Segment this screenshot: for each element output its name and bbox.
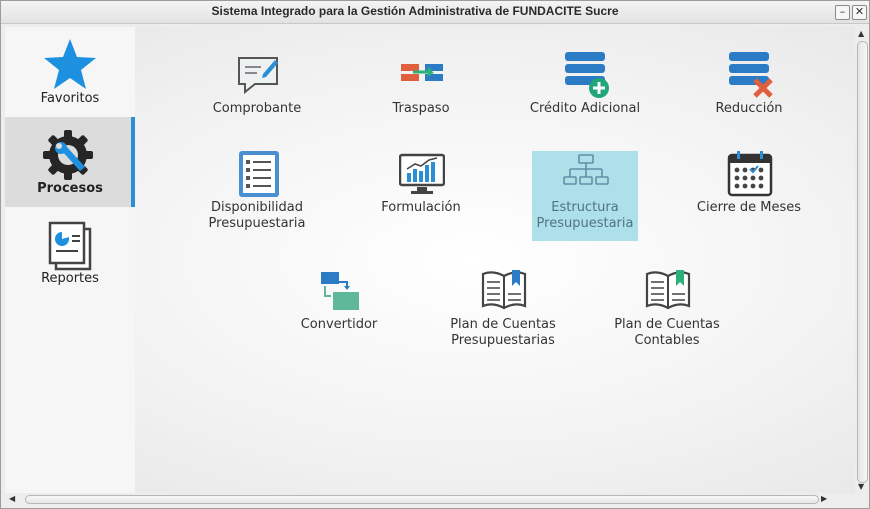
horizontal-scrollbar[interactable]: ◀ ▶ — [5, 493, 855, 506]
main-window: Sistema Integrado para la Gestión Admini… — [0, 0, 870, 509]
content-area: Favoritos Procesos Reportes Comprobante … — [5, 27, 855, 493]
tile-label: Crédito Adicional — [529, 101, 641, 116]
tile-label: Convertidor — [300, 317, 378, 332]
vertical-scrollbar[interactable]: ▲ ▼ — [856, 27, 868, 493]
scroll-down-icon[interactable]: ▼ — [858, 482, 864, 491]
minimize-button[interactable]: – — [835, 5, 850, 20]
tile-credito-adicional[interactable]: Crédito Adicional — [530, 52, 640, 142]
horizontal-scroll-thumb[interactable] — [25, 495, 819, 504]
tile-label: Disponibilidad Presupuestaria — [208, 200, 306, 231]
sidebar: Favoritos Procesos Reportes — [5, 27, 135, 493]
vertical-scroll-thumb[interactable] — [857, 41, 868, 483]
convert-icon — [321, 272, 359, 310]
tile-label: Plan de Cuentas Presupuestarias — [450, 317, 556, 348]
close-button[interactable]: ✕ — [852, 5, 867, 20]
sidebar-item-reportes[interactable]: Reportes — [5, 207, 135, 297]
tile-formulacion[interactable]: Formulación — [368, 151, 474, 241]
list-icon — [239, 151, 279, 197]
sidebar-item-label: Favoritos — [40, 91, 100, 106]
tile-reduccion[interactable]: Reducción — [696, 52, 802, 142]
scroll-right-icon[interactable]: ▶ — [821, 494, 827, 503]
tile-label: Formulación — [381, 200, 461, 215]
voucher-icon — [238, 57, 278, 95]
gear-wrench-icon — [43, 130, 93, 180]
title-bar: Sistema Integrado para la Gestión Admini… — [1, 1, 869, 24]
tile-convertidor[interactable]: Convertidor — [286, 268, 392, 358]
hierarchy-icon — [563, 154, 609, 185]
tile-label: Estructura Presupuestaria — [536, 200, 634, 231]
calendar-icon — [727, 151, 773, 197]
tile-label: Reducción — [715, 101, 783, 116]
sidebar-item-favoritos[interactable]: Favoritos — [5, 27, 135, 117]
tile-traspaso[interactable]: Traspaso — [368, 52, 474, 142]
tile-label: Comprobante — [212, 101, 302, 116]
sidebar-item-procesos[interactable]: Procesos — [5, 117, 135, 207]
report-icon — [48, 221, 92, 271]
monitor-chart-icon — [399, 153, 445, 194]
database-remove-icon — [729, 52, 773, 98]
scroll-up-icon[interactable]: ▲ — [858, 29, 864, 38]
tile-comprobante[interactable]: Comprobante — [204, 52, 310, 142]
window-title: Sistema Integrado para la Gestión Admini… — [211, 4, 619, 18]
sidebar-item-label: Reportes — [41, 271, 99, 286]
book-green-icon — [645, 270, 691, 310]
star-icon — [44, 39, 96, 89]
database-add-icon — [565, 52, 609, 98]
transfer-icon — [401, 64, 443, 81]
tile-label: Plan de Cuentas Contables — [614, 317, 720, 348]
sidebar-item-label: Procesos — [37, 181, 103, 196]
tile-cierre-de-meses[interactable]: Cierre de Meses — [696, 151, 802, 241]
tile-plan-de-cuentas-presupuestarias[interactable]: Plan de Cuentas Presupuestarias — [450, 268, 556, 358]
tile-label: Traspaso — [392, 101, 450, 116]
book-blue-icon — [481, 270, 527, 310]
scroll-left-icon[interactable]: ◀ — [9, 494, 15, 503]
tile-plan-de-cuentas-contables[interactable]: Plan de Cuentas Contables — [614, 268, 720, 358]
tile-disponibilidad-presupuestaria[interactable]: Disponibilidad Presupuestaria — [204, 151, 310, 241]
tile-estructura-presupuestaria[interactable]: Estructura Presupuestaria — [532, 151, 638, 241]
tile-label: Cierre de Meses — [696, 200, 802, 215]
